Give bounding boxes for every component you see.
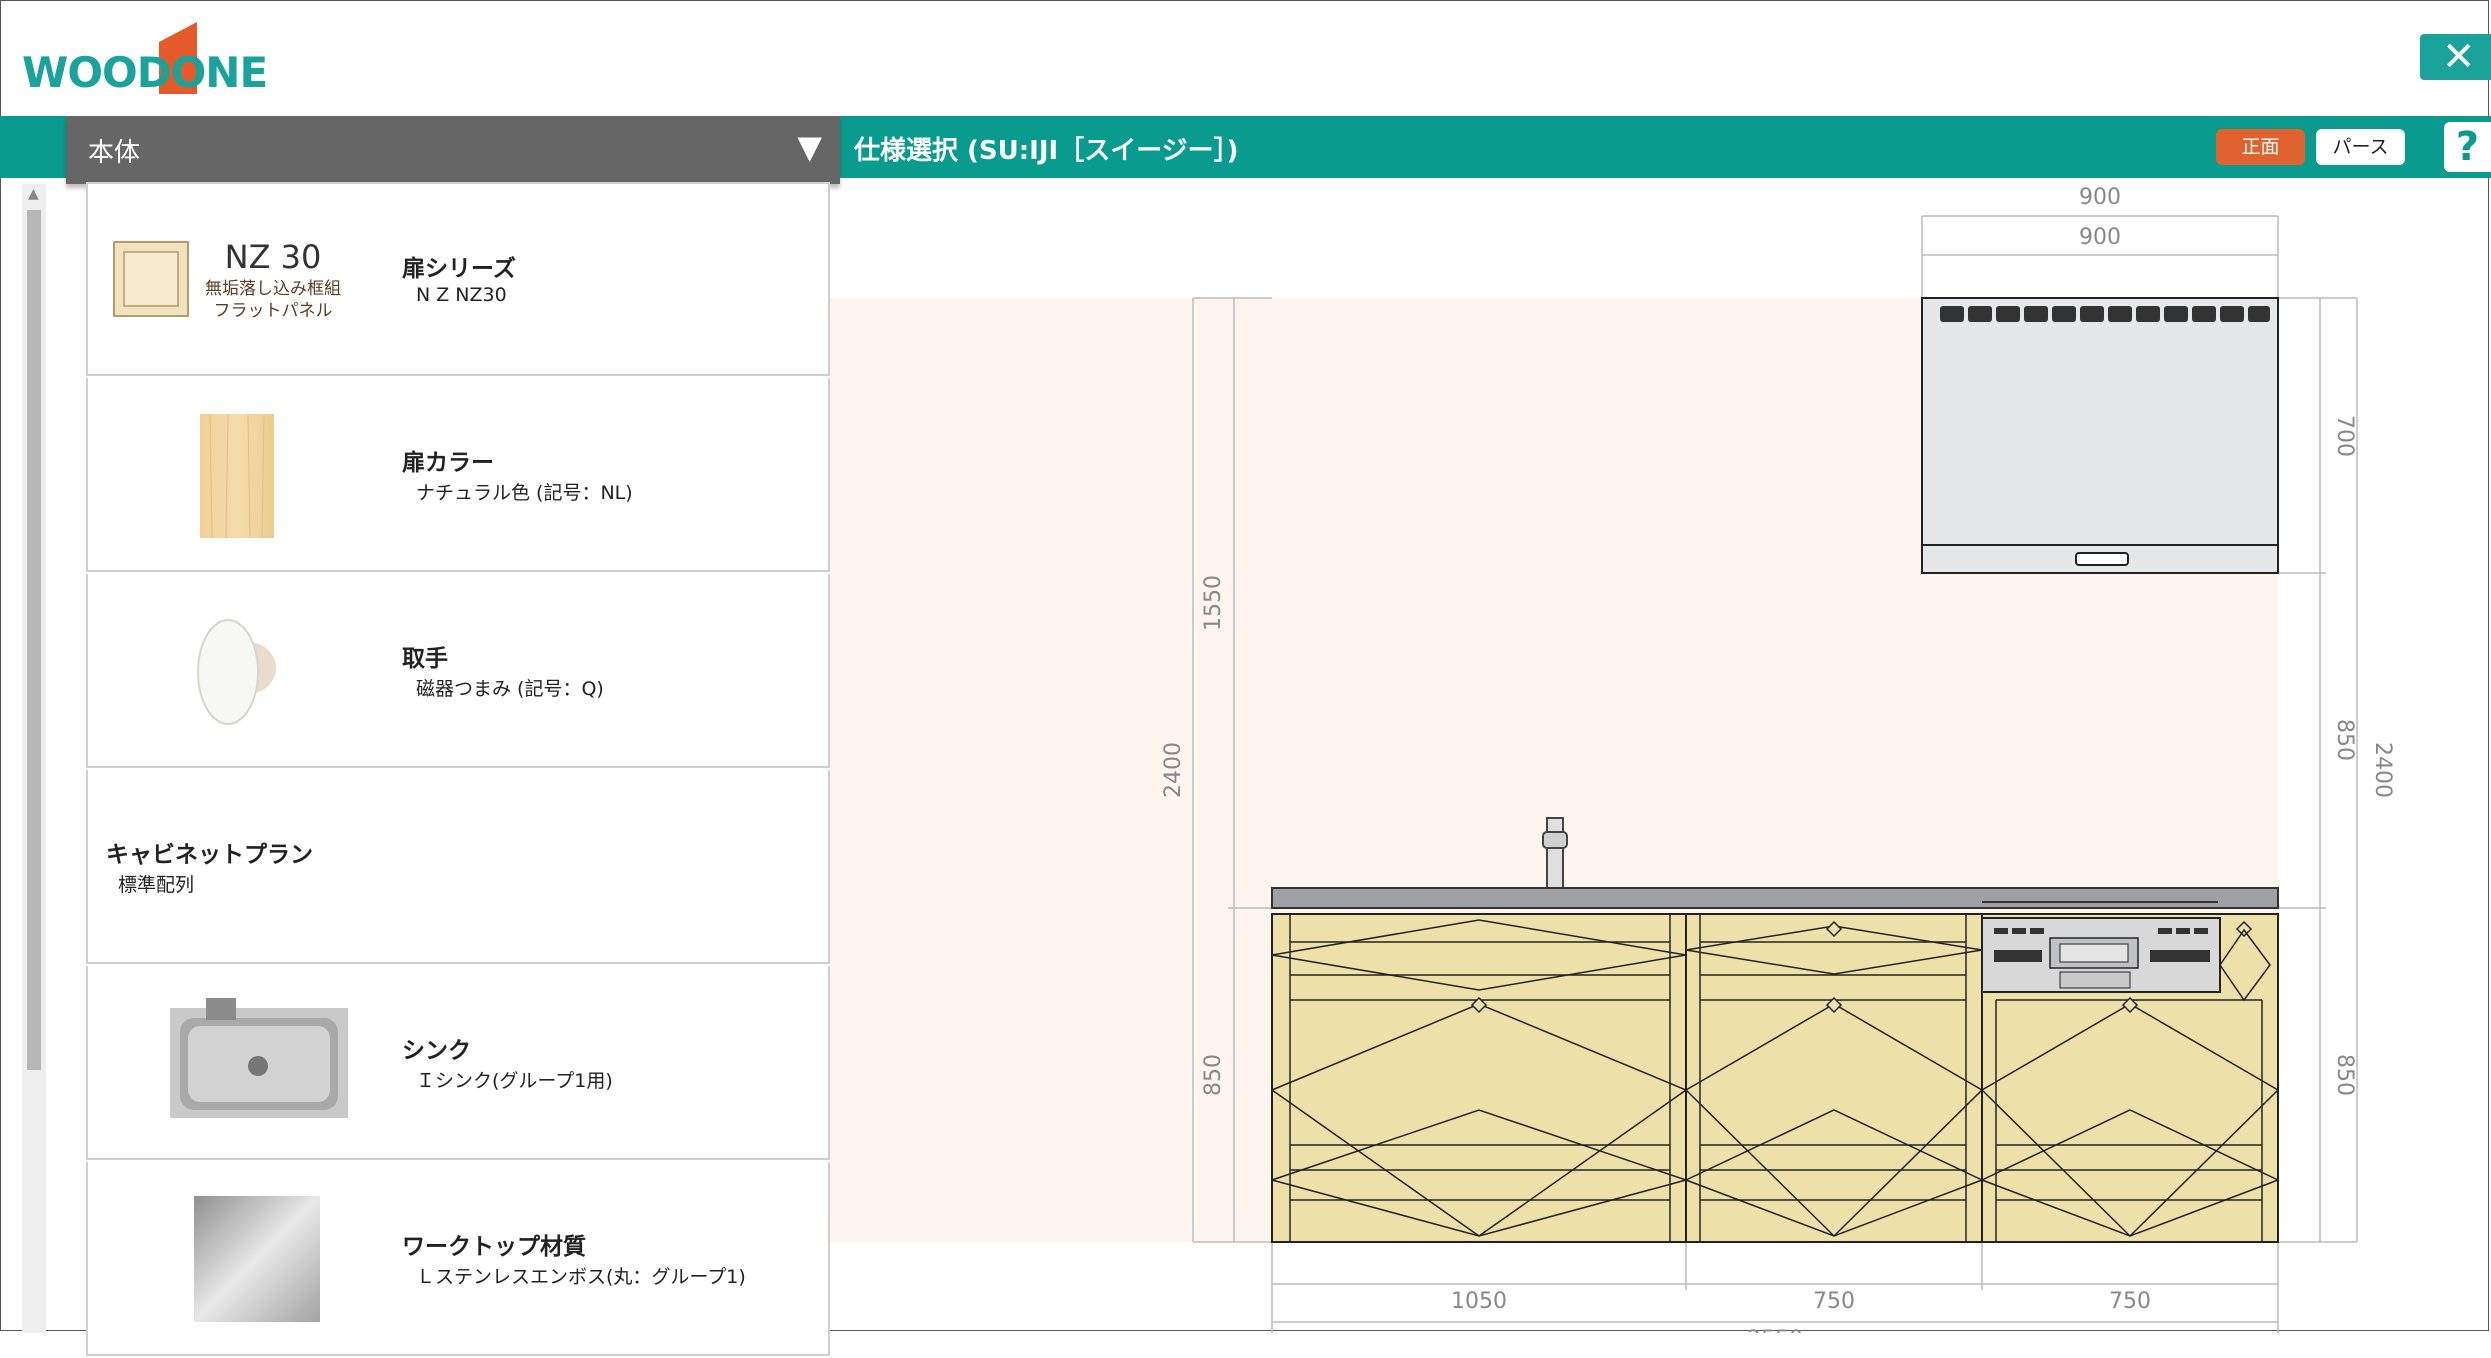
perspective-view-button[interactable]: パース	[2316, 129, 2405, 165]
spec-value: Ｉシンク(グループ1用)	[416, 1070, 613, 1092]
spec-list: NZ 30 無垢落し込み框組 フラットパネル 扉シリーズ N Z NZ30 扉カ…	[86, 182, 830, 1358]
dim-hood-width: 900	[2079, 225, 2121, 250]
spec-value: 磁器つまみ (記号：Q)	[416, 678, 604, 700]
dim-mid-right: 850	[2332, 719, 2357, 761]
spec-name: 扉カラー	[402, 450, 494, 476]
spec-item-door-series[interactable]: NZ 30 無垢落し込み框組 フラットパネル 扉シリーズ N Z NZ30	[86, 182, 830, 376]
thumb-title: NZ 30	[225, 238, 322, 276]
dropdown-label: 本体	[88, 138, 141, 168]
woodone-logo: WOODONE	[22, 18, 268, 98]
spec-item-sink[interactable]: シンク Ｉシンク(グループ1用)	[86, 966, 830, 1160]
scroll-thumb[interactable]	[27, 210, 41, 1070]
spec-item-door-color[interactable]: 扉カラー ナチュラル色 (記号：NL)	[86, 378, 830, 572]
spec-value: Ｌステンレスエンボス(丸：グループ1)	[416, 1266, 746, 1288]
front-view-button[interactable]: 正面	[2216, 129, 2305, 165]
spec-value: 標準配列	[118, 874, 195, 896]
spec-name: シンク	[402, 1038, 471, 1064]
spec-value: N Z NZ30	[416, 284, 507, 306]
dim-cabinet-3: 750	[2109, 1289, 2151, 1314]
scroll-up-arrow-icon[interactable]: ▲	[28, 186, 39, 202]
thumb-line2: フラットパネル	[214, 301, 333, 321]
dim-cabinet-2: 750	[1813, 1289, 1855, 1314]
spec-list-scrollbar[interactable]: ▲	[22, 184, 46, 1333]
help-button[interactable]: ?	[2444, 122, 2491, 172]
countertop	[1271, 887, 2279, 909]
spec-value: ナチュラル色 (記号：NL)	[416, 482, 633, 504]
spec-name: 取手	[402, 646, 448, 672]
page-title: 仕様選択 (SU:IJI［スイージー］)	[854, 136, 1239, 166]
spec-name: ワークトップ材質	[402, 1234, 586, 1260]
kitchen-elevation-drawing: 900 900 1050 750 750 2550 1550 2400 850 …	[830, 185, 2395, 1333]
sink-thumbnail	[170, 998, 348, 1118]
dim-hood-height: 700	[2332, 415, 2357, 457]
close-button[interactable]: ✕	[2420, 34, 2491, 80]
logo-text: WOODONE	[22, 48, 268, 97]
dim-hood-width-top: 900	[2079, 185, 2121, 210]
chevron-down-icon: ▼	[797, 128, 822, 166]
dim-base-height-left: 850	[1201, 1054, 1226, 1096]
dim-wall-total-left: 2400	[1161, 742, 1186, 798]
dim-base-height-right: 850	[2332, 1054, 2357, 1096]
door-series-thumbnail: NZ 30 無垢落し込み框組 フラットパネル	[113, 238, 341, 321]
dim-wall-upper: 1550	[1201, 575, 1226, 631]
dim-wall-total-right: 2400	[2370, 742, 2395, 798]
spec-name: キャビネットプラン	[106, 842, 313, 868]
dim-cabinet-1: 1050	[1451, 1289, 1507, 1314]
spec-name: 扉シリーズ	[402, 256, 516, 282]
spec-item-cabinet-plan[interactable]: キャビネットプラン 標準配列	[86, 770, 830, 964]
thumb-line1: 無垢落し込み框組	[205, 279, 341, 299]
dim-total-width: 2550	[1747, 1327, 1803, 1333]
stainless-swatch-thumbnail	[194, 1196, 320, 1322]
range-hood	[1921, 297, 2279, 574]
spec-item-worktop[interactable]: ワークトップ材質 Ｌステンレスエンボス(丸：グループ1)	[86, 1162, 830, 1356]
porcelain-knob-thumbnail	[197, 619, 276, 725]
wood-swatch-thumbnail	[200, 413, 274, 539]
spec-item-handle[interactable]: 取手 磁器つまみ (記号：Q)	[86, 574, 830, 768]
category-dropdown[interactable]: 本体 ▼	[66, 116, 840, 184]
